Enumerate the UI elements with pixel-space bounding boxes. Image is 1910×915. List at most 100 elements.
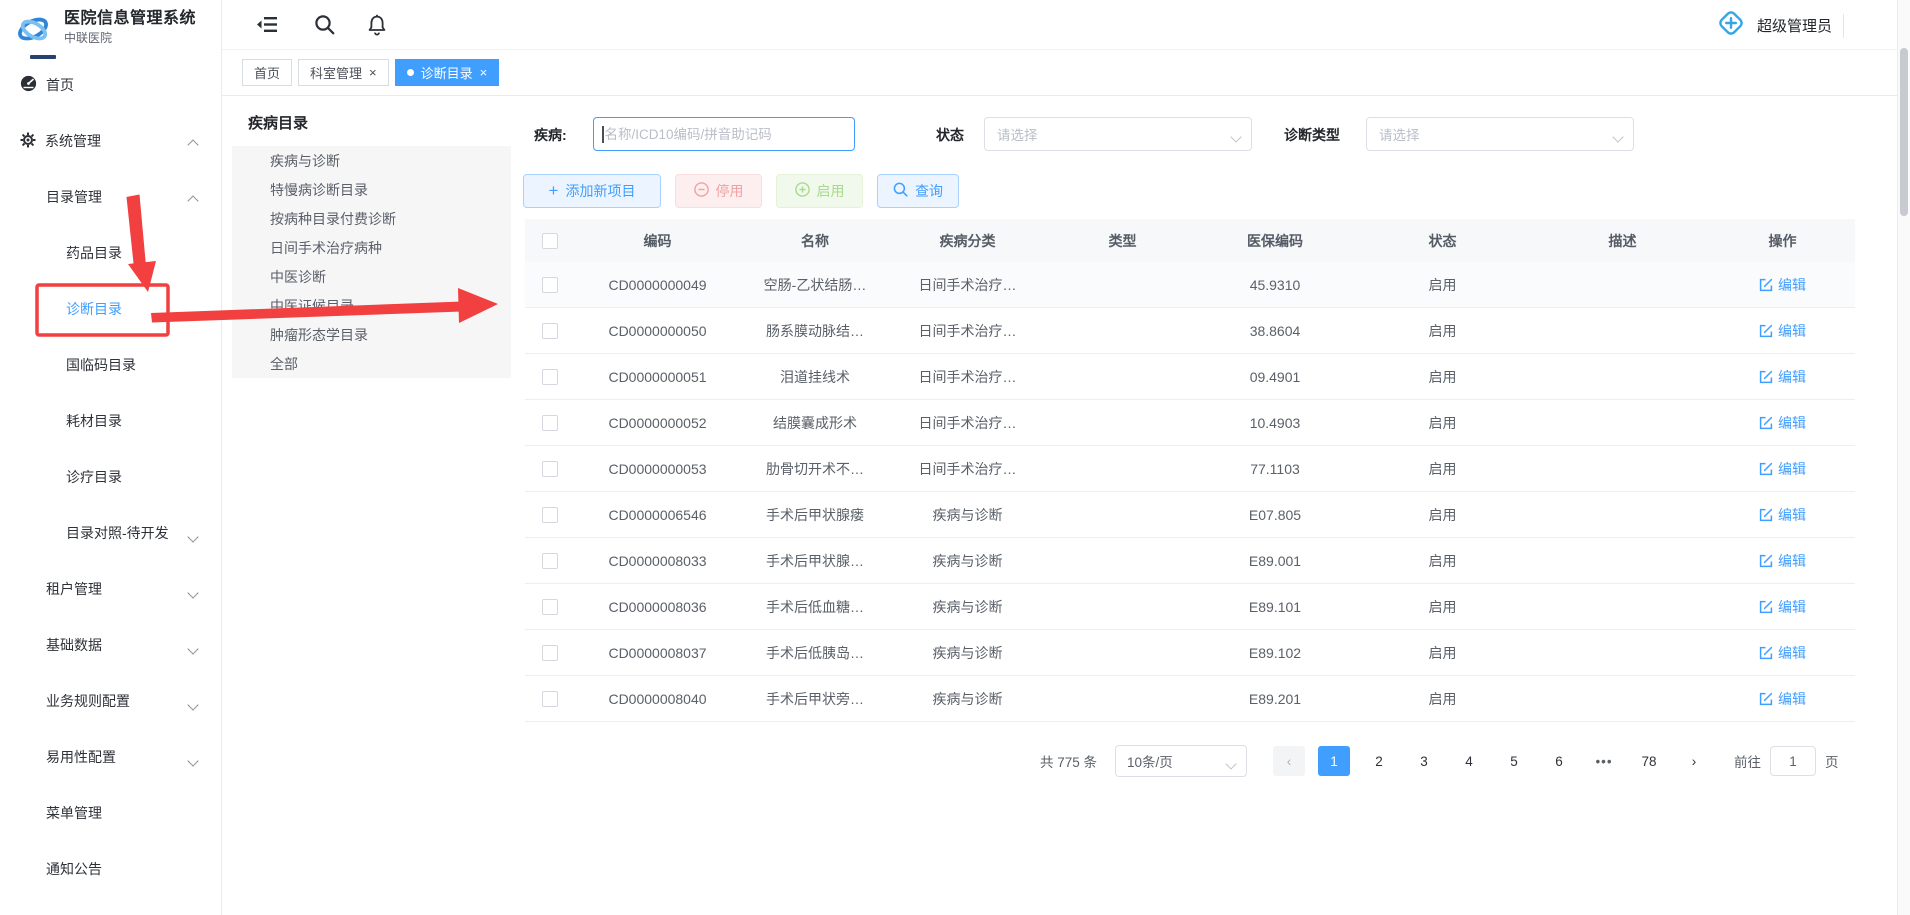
close-icon[interactable]: × <box>480 66 488 79</box>
sidebar-item-label: 基础数据 <box>46 635 102 655</box>
scrollbar-thumb[interactable] <box>1900 48 1908 216</box>
sidebar-fold-icon[interactable] <box>256 16 278 33</box>
row-checkbox[interactable] <box>542 277 558 293</box>
table-row: CD0000008033 手术后甲状腺… 疾病与诊断 E89.001 启用 编辑 <box>525 538 1855 584</box>
row-checkbox[interactable] <box>542 553 558 569</box>
sidebar-item-national-code-catalog[interactable]: 国临码目录 <box>0 337 221 393</box>
page-button-3[interactable]: 3 <box>1408 746 1440 776</box>
chevron-down-icon <box>1232 129 1240 144</box>
type-filter-label: 诊断类型 <box>1284 125 1340 145</box>
sidebar-item-basic-data[interactable]: 基础数据 <box>0 617 221 673</box>
page-scrollbar[interactable] <box>1897 0 1910 915</box>
search-icon[interactable] <box>314 14 335 35</box>
edit-button[interactable]: 编辑 <box>1759 505 1806 525</box>
tab-department-management[interactable]: 科室管理 × <box>298 59 389 86</box>
edit-button[interactable]: 编辑 <box>1759 551 1806 571</box>
edit-button[interactable]: 编辑 <box>1759 413 1806 433</box>
plus-icon: + <box>549 182 559 199</box>
edit-button[interactable]: 编辑 <box>1759 643 1806 663</box>
sidebar-item-treatment-catalog[interactable]: 诊疗目录 <box>0 449 221 505</box>
status-select[interactable]: 请选择 <box>984 117 1252 151</box>
sidebar-item-catalog-management[interactable]: 目录管理 <box>0 169 221 225</box>
close-icon[interactable]: × <box>369 66 377 79</box>
cell-insurance-code: 38.8604 <box>1200 323 1350 339</box>
next-page-button[interactable]: › <box>1678 746 1710 776</box>
sidebar-item-tenant-management[interactable]: 租户管理 <box>0 561 221 617</box>
page-button-1[interactable]: 1 <box>1318 746 1350 776</box>
cell-insurance-code: 10.4903 <box>1200 415 1350 431</box>
sidebar-item-home[interactable]: 首页 <box>0 57 221 113</box>
page-button-6[interactable]: 6 <box>1543 746 1575 776</box>
table-row: CD0000000050 肠系膜动脉结… 日间手术治疗… 38.8604 启用 … <box>525 308 1855 354</box>
col-insurance-code: 医保编码 <box>1200 231 1350 251</box>
cell-status: 启用 <box>1350 551 1535 571</box>
disease-search-input[interactable] <box>604 127 853 142</box>
enable-button[interactable]: 启用 <box>776 174 863 208</box>
edit-button[interactable]: 编辑 <box>1759 459 1806 479</box>
jump-page-input[interactable] <box>1770 746 1816 776</box>
page-button-4[interactable]: 4 <box>1453 746 1485 776</box>
edit-icon <box>1759 692 1773 706</box>
sidebar-item-consumables-catalog[interactable]: 耗材目录 <box>0 393 221 449</box>
page-button-78[interactable]: 78 <box>1633 746 1665 776</box>
cell-status: 启用 <box>1350 321 1535 341</box>
edit-button[interactable]: 编辑 <box>1759 597 1806 617</box>
row-checkbox[interactable] <box>542 507 558 523</box>
sidebar-item-catalog-mapping[interactable]: 目录对照-待开发 <box>0 505 221 561</box>
bell-icon[interactable] <box>367 14 387 36</box>
row-checkbox[interactable] <box>542 599 558 615</box>
tab-home[interactable]: 首页 <box>242 59 292 86</box>
prev-page-button[interactable]: ‹ <box>1273 746 1305 776</box>
query-button[interactable]: 查询 <box>877 174 959 208</box>
chevron-down-icon <box>189 752 199 762</box>
more-pages-icon[interactable]: ••• <box>1588 746 1620 776</box>
catalog-item-day-surgery[interactable]: 日间手术治疗病种 <box>232 233 511 262</box>
page-size-select[interactable]: 10条/页 <box>1115 745 1247 777</box>
catalog-item-disease-diagnosis[interactable]: 疾病与诊断 <box>232 146 511 175</box>
edit-icon <box>1759 462 1773 476</box>
tab-bar: 首页 科室管理 × 诊断目录 × <box>222 50 1910 96</box>
cell-category: 日间手术治疗… <box>890 367 1045 387</box>
catalog-item-special-chronic[interactable]: 特慢病诊断目录 <box>232 175 511 204</box>
select-all-checkbox[interactable] <box>542 233 558 249</box>
row-checkbox[interactable] <box>542 369 558 385</box>
edit-icon <box>1759 324 1773 338</box>
catalog-item-tcm-diagnosis[interactable]: 中医诊断 <box>232 262 511 291</box>
row-checkbox[interactable] <box>542 645 558 661</box>
sidebar-item-label: 药品目录 <box>66 243 122 263</box>
table-row: CD0000000051 泪道挂线术 日间手术治疗… 09.4901 启用 编辑 <box>525 354 1855 400</box>
edit-button[interactable]: 编辑 <box>1759 367 1806 387</box>
row-checkbox[interactable] <box>542 461 558 477</box>
add-item-button[interactable]: + 添加新项目 <box>523 174 661 208</box>
sidebar-item-diagnosis-catalog[interactable]: 诊断目录 <box>0 281 221 337</box>
sidebar-item-label: 目录对照-待开发 <box>66 523 169 543</box>
row-checkbox[interactable] <box>542 691 558 707</box>
sidebar-item-business-rules[interactable]: 业务规则配置 <box>0 673 221 729</box>
edit-button[interactable]: 编辑 <box>1759 321 1806 341</box>
diagnosis-type-select[interactable]: 请选择 <box>1366 117 1634 151</box>
sidebar-item-drug-catalog[interactable]: 药品目录 <box>0 225 221 281</box>
plus-circle-icon <box>795 182 810 200</box>
catalog-item-tumor-morphology[interactable]: 肿瘤形态学目录 <box>232 320 511 349</box>
page-button-5[interactable]: 5 <box>1498 746 1530 776</box>
sidebar-item-usability-config[interactable]: 易用性配置 <box>0 729 221 785</box>
catalog-item-pay-by-disease[interactable]: 按病种目录付费诊断 <box>232 204 511 233</box>
edit-button[interactable]: 编辑 <box>1759 689 1806 709</box>
catalog-item-all[interactable]: 全部 <box>232 349 511 378</box>
row-checkbox[interactable] <box>542 415 558 431</box>
cell-status: 启用 <box>1350 367 1535 387</box>
sidebar-item-system-management[interactable]: 系统管理 <box>0 113 221 169</box>
cell-code: CD0000008033 <box>575 553 740 569</box>
edit-button[interactable]: 编辑 <box>1759 275 1806 295</box>
tab-diagnosis-catalog[interactable]: 诊断目录 × <box>395 59 500 86</box>
sidebar-item-menu-management[interactable]: 菜单管理 <box>0 785 221 841</box>
cell-code: CD0000006546 <box>575 507 740 523</box>
sidebar-item-notice[interactable]: 通知公告 <box>0 841 221 897</box>
catalog-item-tcm-syndrome[interactable]: 中医证候目录 <box>232 291 511 320</box>
table-row: CD0000008036 手术后低血糖… 疾病与诊断 E89.101 启用 编辑 <box>525 584 1855 630</box>
row-checkbox[interactable] <box>542 323 558 339</box>
chevron-down-icon <box>189 640 199 650</box>
disable-button[interactable]: 停用 <box>675 174 762 208</box>
page-button-2[interactable]: 2 <box>1363 746 1395 776</box>
user-menu[interactable]: 超级管理员 <box>1717 0 1832 50</box>
